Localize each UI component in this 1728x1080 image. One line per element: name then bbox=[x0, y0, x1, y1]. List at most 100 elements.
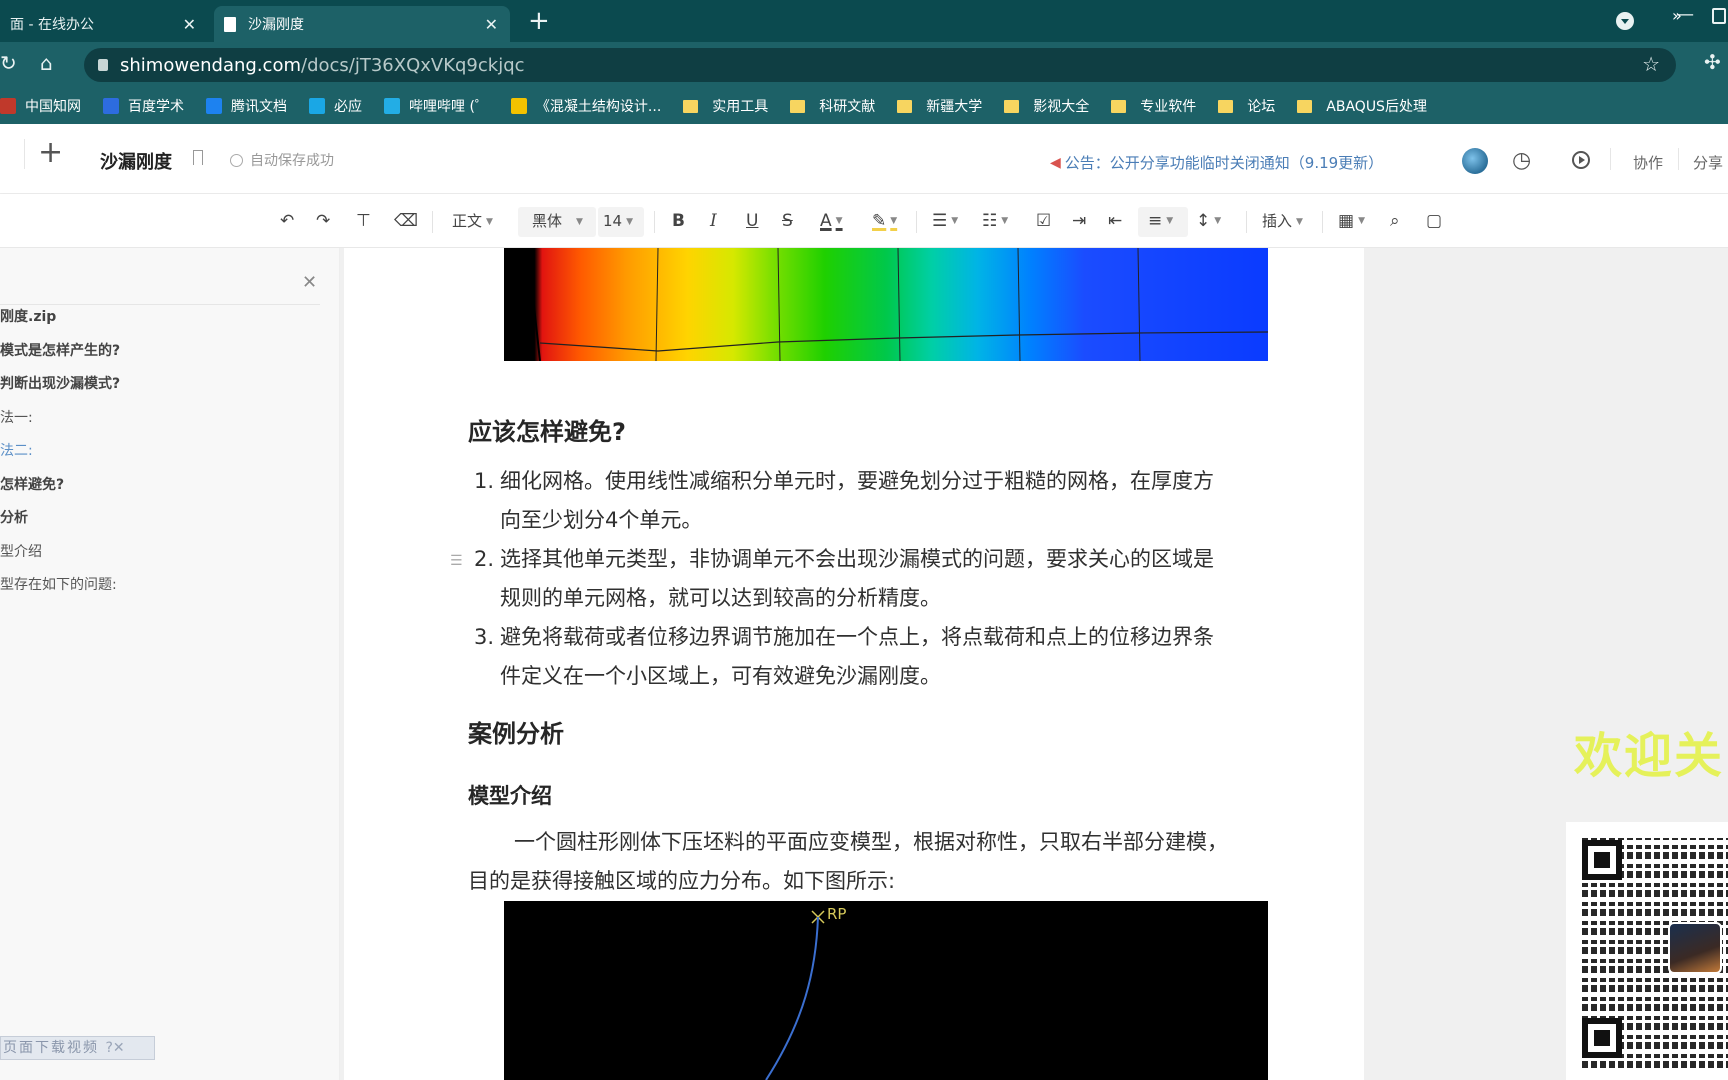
heading-case-analysis: 案例分析 bbox=[468, 720, 564, 748]
history-icon[interactable]: ◷ bbox=[1512, 148, 1531, 173]
format-painter-icon[interactable]: ⊤ bbox=[356, 212, 371, 230]
clear-format-icon[interactable]: ⌫ bbox=[394, 212, 418, 230]
new-document-button[interactable]: + bbox=[38, 138, 63, 168]
close-icon[interactable]: ✕ bbox=[183, 15, 196, 34]
align-left-icon[interactable]: ≡ ▼ bbox=[1148, 212, 1173, 230]
outline-item[interactable]: 分析 bbox=[0, 507, 28, 527]
outline-item[interactable]: 判断出现沙漏模式? bbox=[0, 373, 120, 393]
bookmark-item[interactable]: 腾讯文档 bbox=[206, 96, 287, 116]
reference-point-label: RP bbox=[827, 905, 847, 923]
collaborate-button[interactable]: 协作 bbox=[1633, 152, 1663, 173]
redo-icon[interactable]: ↷ bbox=[316, 212, 330, 230]
bookmark-item[interactable]: 中国知网 bbox=[0, 96, 81, 116]
bookmark-item[interactable]: 科研文献 bbox=[790, 96, 875, 116]
bookmark-item[interactable]: 新疆大学 bbox=[897, 96, 982, 116]
list-item: 1. 细化网格。使用线性减缩积分单元时，要避免划分过于粗糙的网格，在厚度方向至少… bbox=[474, 462, 1234, 540]
highlight-icon[interactable]: ✎ ▼ bbox=[872, 212, 897, 230]
bookmark-item[interactable]: 专业软件 bbox=[1111, 96, 1196, 116]
bookmarks-overflow-icon[interactable]: » bbox=[1672, 6, 1682, 25]
bold-icon[interactable]: B bbox=[672, 212, 685, 230]
extensions-icon[interactable]: ✣ bbox=[1704, 50, 1721, 74]
comment-icon[interactable]: ▢ bbox=[1426, 212, 1442, 230]
present-icon[interactable] bbox=[1572, 151, 1590, 169]
drag-handle-icon[interactable]: ☰ bbox=[450, 553, 463, 569]
announcement-link[interactable]: ◀ 公告：公开分享功能临时关闭通知（9.19更新） bbox=[1050, 152, 1383, 173]
italic-icon[interactable]: I bbox=[710, 212, 717, 230]
folder-icon bbox=[1297, 99, 1313, 113]
strikethrough-icon[interactable]: S bbox=[782, 212, 793, 230]
folder-icon bbox=[683, 99, 699, 113]
address-bar: ↻ ⌂ shimowendang.com/docs/jT36XQxVKq9ckj… bbox=[0, 42, 1728, 88]
fem-contour-image bbox=[504, 248, 1268, 361]
document-title[interactable]: 沙漏刚度 bbox=[100, 148, 172, 174]
home-icon[interactable]: ⌂ bbox=[40, 51, 53, 75]
bookmark-item[interactable]: 《混凝土结构设计... bbox=[510, 96, 661, 116]
bookmark-icon[interactable] bbox=[193, 150, 203, 165]
bookmark-item[interactable]: 必应 bbox=[309, 96, 362, 116]
bulleted-list-icon[interactable]: ☷ ▼ bbox=[982, 212, 1008, 230]
close-outline-icon[interactable]: ✕ bbox=[302, 272, 317, 293]
undo-icon[interactable]: ↶ bbox=[280, 212, 294, 230]
outline-item[interactable]: 刚度.zip bbox=[0, 306, 56, 326]
url-domain: shimowendang.com bbox=[120, 55, 301, 76]
avatar[interactable] bbox=[1462, 148, 1488, 174]
outline-item[interactable]: 法二: bbox=[0, 440, 33, 460]
reload-icon[interactable]: ↻ bbox=[0, 51, 17, 75]
insert-menu[interactable]: 插入 ▼ bbox=[1262, 212, 1303, 231]
bookmark-star-icon[interactable]: ☆ bbox=[1642, 52, 1660, 76]
checklist-icon[interactable]: ☑ bbox=[1036, 212, 1051, 230]
tab-title: 沙漏刚度 bbox=[248, 17, 304, 33]
numbered-list-icon[interactable]: ☰ ▼ bbox=[932, 212, 958, 230]
site-favicon-icon bbox=[309, 98, 325, 114]
outline-item[interactable]: 型介绍 bbox=[0, 541, 42, 561]
document-icon bbox=[224, 16, 236, 32]
document-page[interactable]: 应该怎样避免? 1. 细化网格。使用线性减缩积分单元时，要避免划分过于粗糙的网格… bbox=[344, 248, 1364, 1080]
indent-icon[interactable]: ⇥ bbox=[1072, 212, 1086, 230]
bookmark-label: 实用工具 bbox=[712, 99, 769, 115]
bookmark-item[interactable]: 百度学术 bbox=[103, 96, 184, 116]
bookmark-label: 论坛 bbox=[1247, 99, 1276, 115]
outline-item[interactable]: 怎样避免? bbox=[0, 474, 64, 494]
font-color-icon[interactable]: A ▼ bbox=[820, 212, 843, 230]
qr-finder bbox=[1582, 1018, 1622, 1058]
find-replace-icon[interactable]: ⌕ bbox=[1390, 212, 1400, 230]
profile-dropdown-icon[interactable] bbox=[1616, 12, 1634, 30]
underline-icon[interactable]: U bbox=[746, 212, 758, 230]
line-spacing-icon[interactable]: ↕ ▼ bbox=[1196, 212, 1221, 230]
folder-icon bbox=[1218, 99, 1234, 113]
model-paragraph: 一个圆柱形刚体下压坯料的平面应变模型，根据对称性，只取右半部分建模，目的是获得接… bbox=[468, 830, 1228, 893]
font-select-label[interactable]: 黑体 ▼ bbox=[532, 212, 583, 231]
url-field[interactable]: shimowendang.com/docs/jT36XQxVKq9ckjqc ☆ bbox=[84, 48, 1676, 82]
tab-online-office[interactable]: 面 - 在线办公 ✕ bbox=[0, 6, 208, 42]
reading-list-icon[interactable] bbox=[1712, 8, 1726, 24]
autosave-status: 自动保存成功 bbox=[230, 150, 334, 170]
bookmark-label: 必应 bbox=[334, 99, 362, 115]
share-button[interactable]: 分享 bbox=[1693, 152, 1723, 173]
bookmark-label: 专业软件 bbox=[1140, 99, 1197, 115]
outdent-icon[interactable]: ⇤ bbox=[1108, 212, 1122, 230]
video-download-bar[interactable]: 页面下载视频 ?✕ bbox=[0, 1036, 155, 1060]
tab-hourglass-stiffness[interactable]: 沙漏刚度 ✕ bbox=[214, 6, 510, 42]
url-text: shimowendang.com/docs/jT36XQxVKq9ckjqc bbox=[120, 55, 525, 76]
qr-center-image bbox=[1668, 922, 1722, 974]
font-size-value: 14 bbox=[603, 212, 623, 230]
divider bbox=[654, 211, 655, 233]
new-tab-button[interactable]: + bbox=[528, 6, 550, 36]
paragraph-style-select[interactable]: 正文 ▼ bbox=[452, 212, 493, 231]
divider bbox=[0, 304, 320, 305]
list-text: 避免将载荷或者位移边界调节施加在一个点上，将点载荷和点上的位移边界条件定义在一个… bbox=[500, 625, 1214, 688]
bookmark-item[interactable]: 哔哩哔哩 (゜ bbox=[384, 96, 489, 116]
bookmark-item[interactable]: 实用工具 bbox=[683, 96, 768, 116]
document-header: + 沙漏刚度 自动保存成功 ◀ 公告：公开分享功能临时关闭通知（9.19更新） … bbox=[0, 124, 1728, 194]
megaphone-icon: ◀ bbox=[1050, 154, 1061, 171]
bookmark-item[interactable]: 影视大全 bbox=[1004, 96, 1089, 116]
check-circle-icon bbox=[230, 153, 243, 167]
outline-item[interactable]: 型存在如下的问题: bbox=[0, 574, 117, 594]
bookmark-item[interactable]: 论坛 bbox=[1218, 96, 1275, 116]
close-icon[interactable]: ✕ bbox=[485, 15, 498, 34]
outline-item[interactable]: 模式是怎样产生的? bbox=[0, 340, 120, 360]
font-size-label[interactable]: 14 ▼ bbox=[603, 212, 633, 231]
outline-item[interactable]: 法一: bbox=[0, 407, 33, 427]
table-icon[interactable]: ▦ ▼ bbox=[1338, 212, 1365, 230]
bookmark-item[interactable]: ABAQUS后处理 bbox=[1297, 96, 1427, 116]
